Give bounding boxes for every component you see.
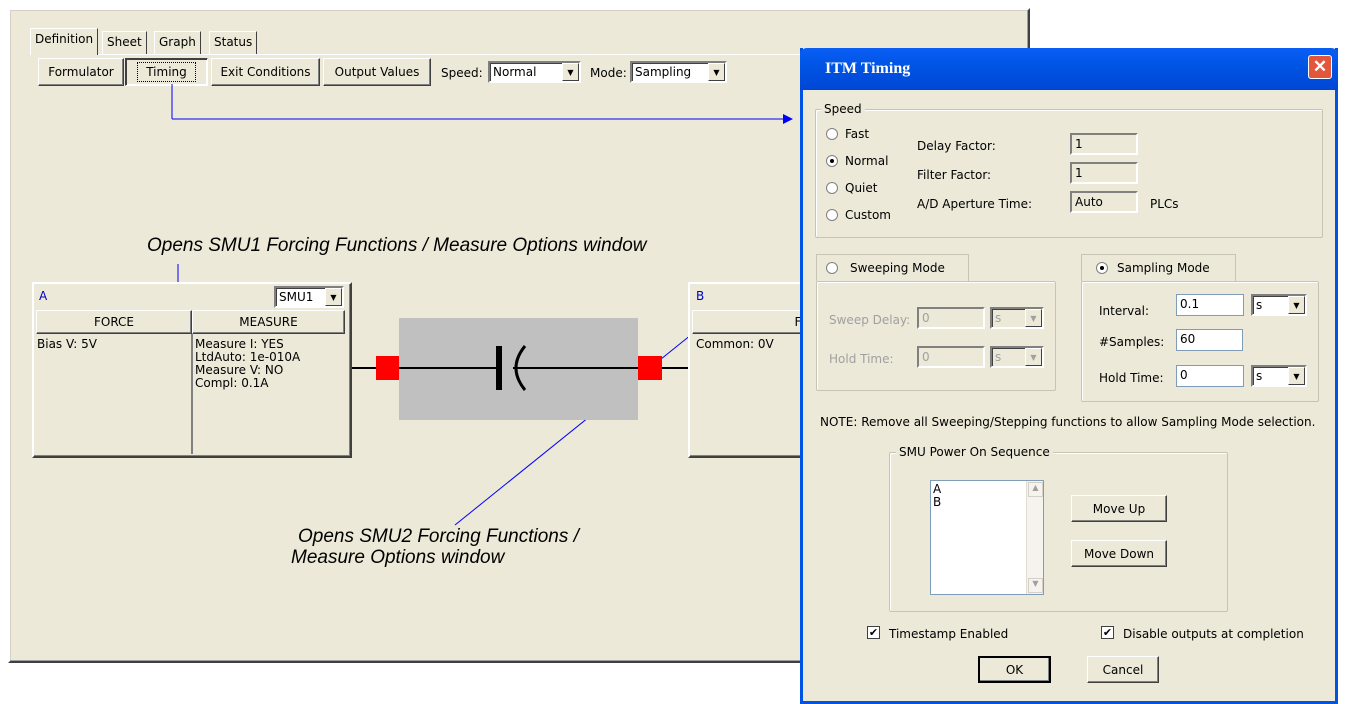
speed-normal-label: Normal xyxy=(845,154,889,168)
timestamp-checkbox[interactable]: ✔ xyxy=(867,626,880,639)
samples-field[interactable]: 60 xyxy=(1176,329,1243,351)
samples-label: #Samples: xyxy=(1099,335,1165,349)
force-header-button[interactable]: FORCE xyxy=(36,310,192,334)
smu1-select[interactable]: SMU1 ▼ xyxy=(274,286,344,308)
ad-aperture-label: A/D Aperture Time: xyxy=(917,197,1033,211)
sweep-hold-unit-select: s ▼ xyxy=(990,346,1044,368)
hold-time-field[interactable]: 0 xyxy=(1176,365,1244,387)
speed-group-title: Speed xyxy=(821,102,865,116)
scroll-down-icon[interactable]: ▼ xyxy=(1028,578,1043,593)
move-up-button[interactable]: Move Up xyxy=(1071,495,1167,522)
timing-arrow xyxy=(171,84,793,124)
speed-quiet-radio[interactable] xyxy=(826,182,838,194)
sweep-hold-label: Hold Time: xyxy=(829,352,894,366)
capacitor-device xyxy=(399,318,638,420)
sampling-mode-label: Sampling Mode xyxy=(1117,261,1210,275)
ok-button[interactable]: OK xyxy=(978,656,1051,683)
disable-outputs-label: Disable outputs at completion xyxy=(1123,627,1304,641)
smu2-annotation-line1: Opens SMU2 Forcing Functions / xyxy=(298,526,579,547)
cancel-button[interactable]: Cancel xyxy=(1087,656,1159,683)
sweeping-mode-group xyxy=(816,281,1056,391)
terminal-b-label: B xyxy=(696,289,705,303)
disable-outputs-checkbox[interactable]: ✔ xyxy=(1101,626,1114,639)
dialog-titlebar[interactable]: ITM Timing ✕ xyxy=(800,48,1338,90)
chevron-down-icon: ▼ xyxy=(1025,309,1042,327)
sweeping-mode-radio[interactable] xyxy=(826,262,838,274)
smu1-select-value: SMU1 xyxy=(279,290,314,304)
scroll-up-icon[interactable]: ▲ xyxy=(1028,482,1043,497)
interval-unit-select[interactable]: s ▼ xyxy=(1251,294,1307,316)
power-on-list[interactable]: A B ▲ ▼ xyxy=(930,480,1044,595)
sweep-delay-unit-select: s ▼ xyxy=(990,307,1044,329)
speed-custom-label: Custom xyxy=(845,208,891,222)
sweeping-mode-tab[interactable]: Sweeping Mode xyxy=(816,254,969,281)
timestamp-label: Timestamp Enabled xyxy=(889,627,1009,641)
itm-timing-dialog: ITM Timing ✕ Speed Fast Normal Quiet Cus… xyxy=(800,48,1338,704)
sweep-delay-unit-value: s xyxy=(995,311,1002,325)
chevron-down-icon[interactable]: ▼ xyxy=(1288,367,1305,385)
hold-time-label: Hold Time: xyxy=(1099,371,1164,385)
ad-aperture-unit: PLCs xyxy=(1150,197,1179,211)
interval-unit-value: s xyxy=(1256,298,1263,312)
close-icon[interactable]: ✕ xyxy=(1308,55,1332,79)
terminal-a-label: A xyxy=(39,289,48,303)
column-divider xyxy=(191,334,193,454)
delay-factor-label: Delay Factor: xyxy=(917,139,996,153)
capacitor-icon xyxy=(399,345,638,391)
chevron-down-icon[interactable]: ▼ xyxy=(1288,296,1305,314)
terminal-a-node[interactable] xyxy=(376,356,400,380)
speed-normal-radio[interactable] xyxy=(826,155,838,167)
speed-group xyxy=(815,109,1323,238)
filter-factor-label: Filter Factor: xyxy=(917,168,992,182)
smu-b-panel[interactable]: B FORC Common: 0V xyxy=(688,282,832,458)
force-settings-text: Bias V: 5V xyxy=(37,337,97,351)
sampling-note: NOTE: Remove all Sweeping/Stepping funct… xyxy=(820,415,1316,429)
sampling-mode-tab[interactable]: Sampling Mode xyxy=(1081,254,1236,281)
sweeping-mode-label: Sweeping Mode xyxy=(850,261,945,275)
interval-field[interactable]: 0.1 xyxy=(1176,294,1244,316)
measure-settings-text: Measure I: YES LtdAuto: 1e-010A Measure … xyxy=(195,337,301,390)
sweep-hold-field: 0 xyxy=(917,346,985,368)
delay-factor-field[interactable]: 1 xyxy=(1070,133,1138,155)
smu-b-force-text: Common: 0V xyxy=(696,337,774,351)
power-on-group-title: SMU Power On Sequence xyxy=(896,445,1053,459)
dialog-title: ITM Timing xyxy=(825,60,911,77)
sweep-delay-label: Sweep Delay: xyxy=(829,313,911,327)
filter-factor-field[interactable]: 1 xyxy=(1070,162,1138,184)
hold-time-unit-value: s xyxy=(1256,369,1263,383)
measure-header-button[interactable]: MEASURE xyxy=(192,310,345,334)
interval-label: Interval: xyxy=(1099,304,1149,318)
chevron-down-icon: ▼ xyxy=(1025,348,1042,366)
speed-custom-radio[interactable] xyxy=(826,209,838,221)
speed-fast-radio[interactable] xyxy=(826,128,838,140)
speed-fast-label: Fast xyxy=(845,127,870,141)
chevron-down-icon[interactable]: ▼ xyxy=(325,288,342,306)
smu-a-panel[interactable]: A SMU1 ▼ FORCE MEASURE Bias V: 5V Measur… xyxy=(32,282,352,458)
sampling-mode-radio[interactable] xyxy=(1096,262,1108,274)
list-item[interactable]: B xyxy=(933,496,941,509)
tab-definition[interactable]: Definition xyxy=(30,28,99,55)
ad-aperture-field[interactable]: Auto xyxy=(1070,191,1138,213)
list-scrollbar[interactable]: ▲ ▼ xyxy=(1026,481,1043,594)
speed-quiet-label: Quiet xyxy=(845,181,878,195)
sweep-delay-field: 0 xyxy=(917,307,985,329)
sweep-hold-unit-value: s xyxy=(995,350,1002,364)
hold-time-unit-select[interactable]: s ▼ xyxy=(1251,365,1307,387)
move-down-button[interactable]: Move Down xyxy=(1071,540,1167,567)
smu1-annotation: Opens SMU1 Forcing Functions / Measure O… xyxy=(147,235,647,256)
smu2-annotation-line2: Measure Options window xyxy=(291,547,505,568)
terminal-b-node[interactable] xyxy=(638,356,662,380)
